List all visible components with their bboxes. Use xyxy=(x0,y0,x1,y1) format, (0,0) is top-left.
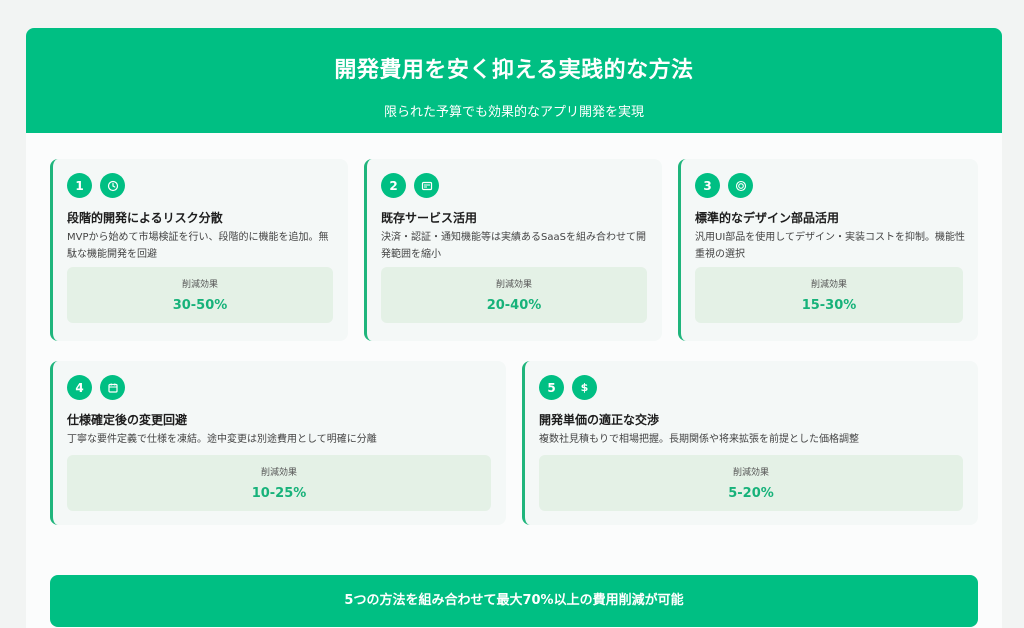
method-description: 丁寧な要件定義で仕様を凍結。途中変更は別途費用として明確に分離 xyxy=(67,434,377,445)
method-card-5: 5 $ 開発単価の適正な交渉 複数社見積もりで相場把握。長期関係や将来拡張を前提… xyxy=(522,361,978,525)
method-card-2: 2 既存サービス活用 決済・認証・通知機能等は実績あるSaaSを組み合わせて開発… xyxy=(364,159,662,341)
hero-banner: 開発費用を安く抑える実践的な方法 限られた予算でも効果的なアプリ開発を実現 xyxy=(26,28,1002,133)
effect-box: 削減効果 30-50% xyxy=(67,267,333,323)
method-number-badge: 5 xyxy=(539,375,564,400)
effect-value: 20-40% xyxy=(486,298,542,313)
method-title: 標準的なデザイン部品活用 xyxy=(695,211,840,225)
effect-box: 削減効果 5-20% xyxy=(539,455,963,511)
effect-label: 削減効果 xyxy=(260,468,297,478)
method-card-1: 1 段階的開発によるリスク分散 MVPから始めて市場検証を行い、段階的に機能を追… xyxy=(50,159,348,341)
main-panel: 開発費用を安く抑える実践的な方法 限られた予算でも効果的なアプリ開発を実現 1 … xyxy=(26,28,1002,628)
page-title: 開発費用を安く抑える実践的な方法 xyxy=(334,58,694,83)
method-description: MVPから始めて市場検証を行い、段階的に機能を追加。無駄な機能開発を回避 xyxy=(67,232,329,260)
method-card-3: 3 標準的なデザイン部品活用 汎用UI部品を使用してデザイン・実装コストを抑制。… xyxy=(678,159,978,341)
method-title: 開発単価の適正な交渉 xyxy=(539,413,660,427)
effect-label: 削減効果 xyxy=(181,280,218,290)
clock-icon xyxy=(100,173,125,198)
calendar-icon xyxy=(100,375,125,400)
method-title: 既存サービス活用 xyxy=(381,211,478,225)
method-title: 段階的開発によるリスク分散 xyxy=(67,211,223,225)
effect-label: 削減効果 xyxy=(495,280,532,290)
method-description: 汎用UI部品を使用してデザイン・実装コストを抑制。機能性重視の選択 xyxy=(695,232,965,260)
effect-label: 削減効果 xyxy=(732,468,769,478)
method-number-badge: 4 xyxy=(67,375,92,400)
method-title: 仕様確定後の変更回避 xyxy=(67,413,188,427)
methods-section: 1 段階的開発によるリスク分散 MVPから始めて市場検証を行い、段階的に機能を追… xyxy=(26,133,1002,628)
method-card-4: 4 仕様確定後の変更回避 丁寧な要件定義で仕様を凍結。途中変更は別途費用として明… xyxy=(50,361,506,525)
effect-value: 30-50% xyxy=(172,298,228,313)
effect-value: 10-25% xyxy=(251,486,307,501)
target-icon xyxy=(728,173,753,198)
effect-value: 15-30% xyxy=(801,298,857,313)
card-icon xyxy=(414,173,439,198)
method-number-badge: 2 xyxy=(381,173,406,198)
method-description: 複数社見積もりで相場把握。長期関係や将来拡張を前提とした価格調整 xyxy=(539,434,859,445)
page-subtitle: 限られた予算でも効果的なアプリ開発を実現 xyxy=(383,105,644,120)
effect-box: 削減効果 15-30% xyxy=(695,267,963,323)
summary-banner: 5つの方法を組み合わせて最大70%以上の費用削減が可能 xyxy=(50,575,978,627)
effect-box: 削減効果 20-40% xyxy=(381,267,647,323)
method-number-badge: 1 xyxy=(67,173,92,198)
method-number-badge: 3 xyxy=(695,173,720,198)
dollar-icon: $ xyxy=(572,375,597,400)
effect-label: 削減効果 xyxy=(810,280,847,290)
effect-value: 5-20% xyxy=(728,486,774,501)
effect-box: 削減効果 10-25% xyxy=(67,455,491,511)
method-description: 決済・認証・通知機能等は実績あるSaaSを組み合わせて開発範囲を縮小 xyxy=(381,232,646,260)
